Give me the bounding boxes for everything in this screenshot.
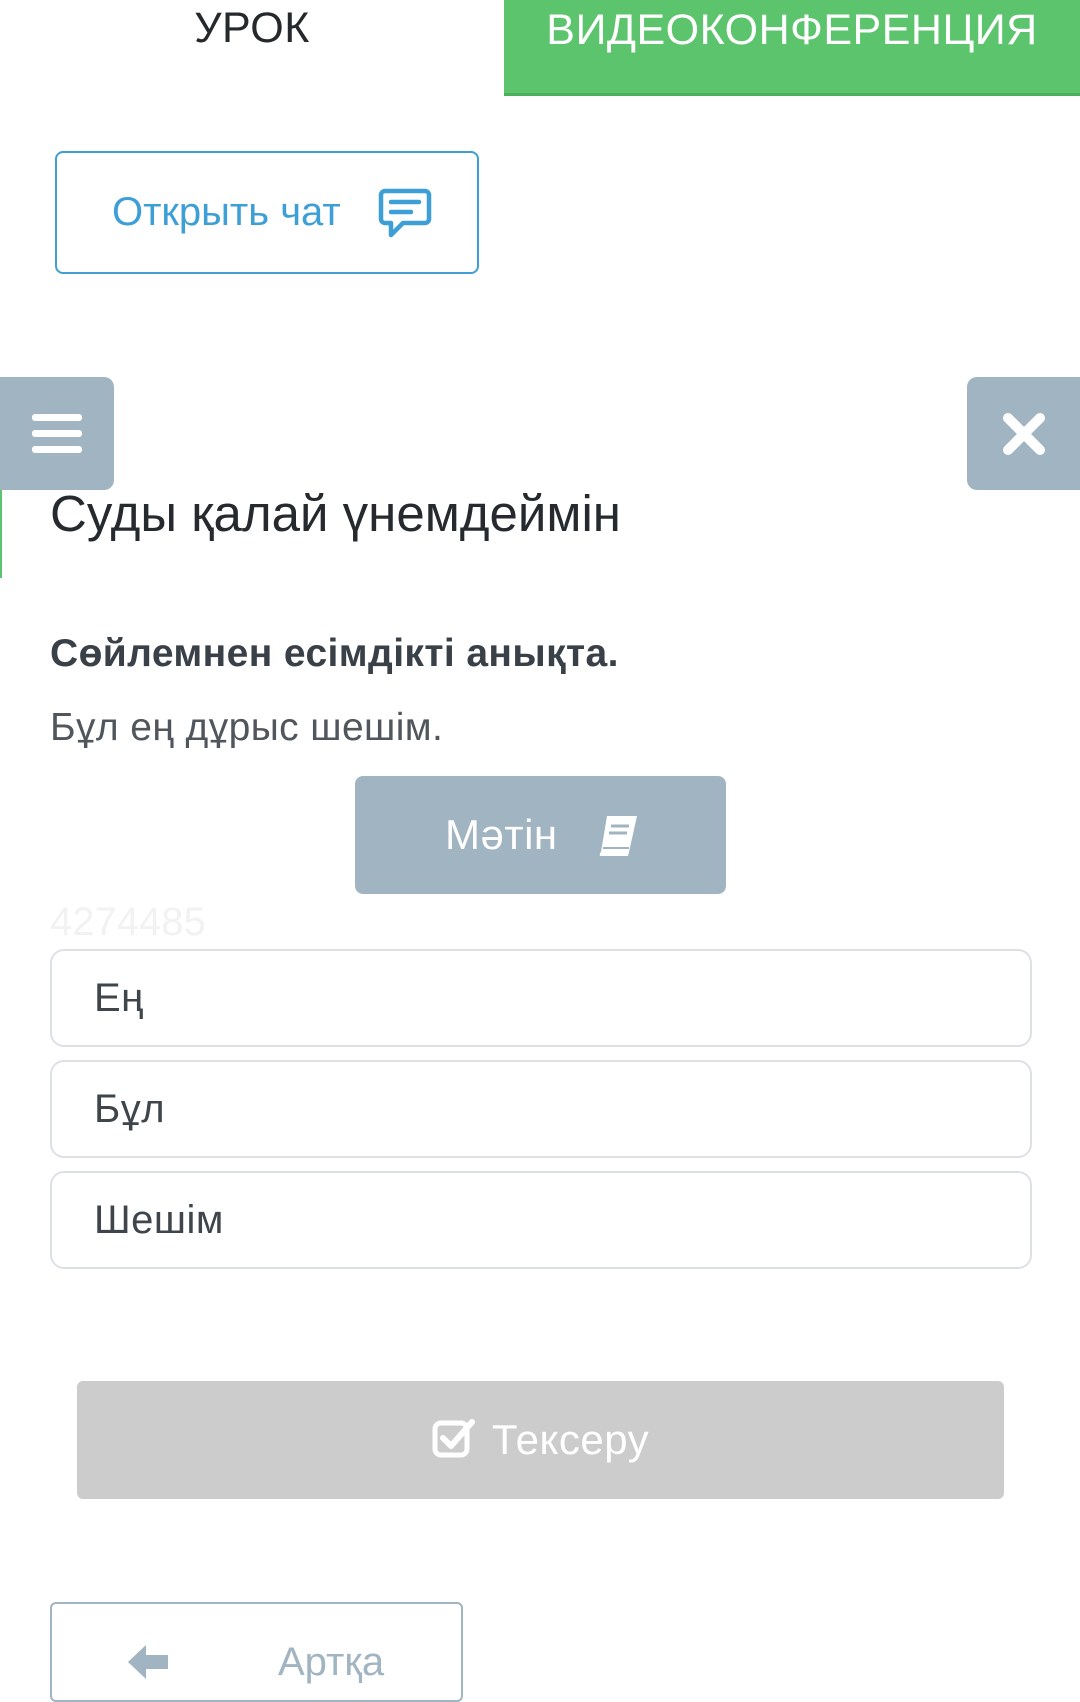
answer-option-label: Ең [94, 975, 144, 1020]
back-button[interactable]: Артқа [50, 1602, 463, 1702]
text-button-label: Мәтін [445, 811, 558, 858]
tab-videoconference[interactable]: ВИДЕОКОНФЕРЕНЦИЯ [504, 0, 1080, 96]
text-button[interactable]: Мәтін [355, 776, 726, 894]
task-sentence: Бұл ең дұрыс шешім. [50, 706, 444, 749]
check-button-label: Тексеру [491, 1416, 650, 1463]
checkbox-icon [432, 1419, 475, 1458]
lesson-title: Суды қалай үнемдеймін [50, 485, 621, 542]
tab-lesson-label: УРОК [194, 4, 310, 52]
tab-videoconference-label: ВИДЕОКОНФЕРЕНЦИЯ [546, 6, 1038, 54]
answer-option-label: Шешім [94, 1197, 224, 1242]
open-chat-button[interactable]: Открыть чат [55, 151, 479, 274]
answer-option-label: Бұл [94, 1086, 166, 1131]
arrow-left-icon [128, 1645, 168, 1679]
task-question: Сөйлемнен есімдікті анықта. [50, 632, 619, 675]
chat-bubble-icon [378, 188, 432, 238]
book-icon [599, 816, 637, 856]
answer-option[interactable]: Бұл [50, 1060, 1032, 1158]
left-rail-divider [0, 490, 2, 578]
task-id-watermark: 4274485 [50, 900, 206, 944]
answer-option[interactable]: Ең [50, 949, 1032, 1047]
back-button-label: Артқа [278, 1640, 385, 1684]
hamburger-menu-icon [32, 413, 82, 453]
close-icon [1002, 412, 1045, 455]
answer-options: Ең Бұл Шешім [50, 949, 1032, 1282]
menu-button[interactable] [0, 377, 114, 490]
check-button[interactable]: Тексеру [77, 1381, 1004, 1499]
tab-lesson[interactable]: УРОК [0, 0, 504, 96]
close-button[interactable] [967, 377, 1080, 490]
open-chat-label: Открыть чат [112, 190, 341, 234]
answer-option[interactable]: Шешім [50, 1171, 1032, 1269]
